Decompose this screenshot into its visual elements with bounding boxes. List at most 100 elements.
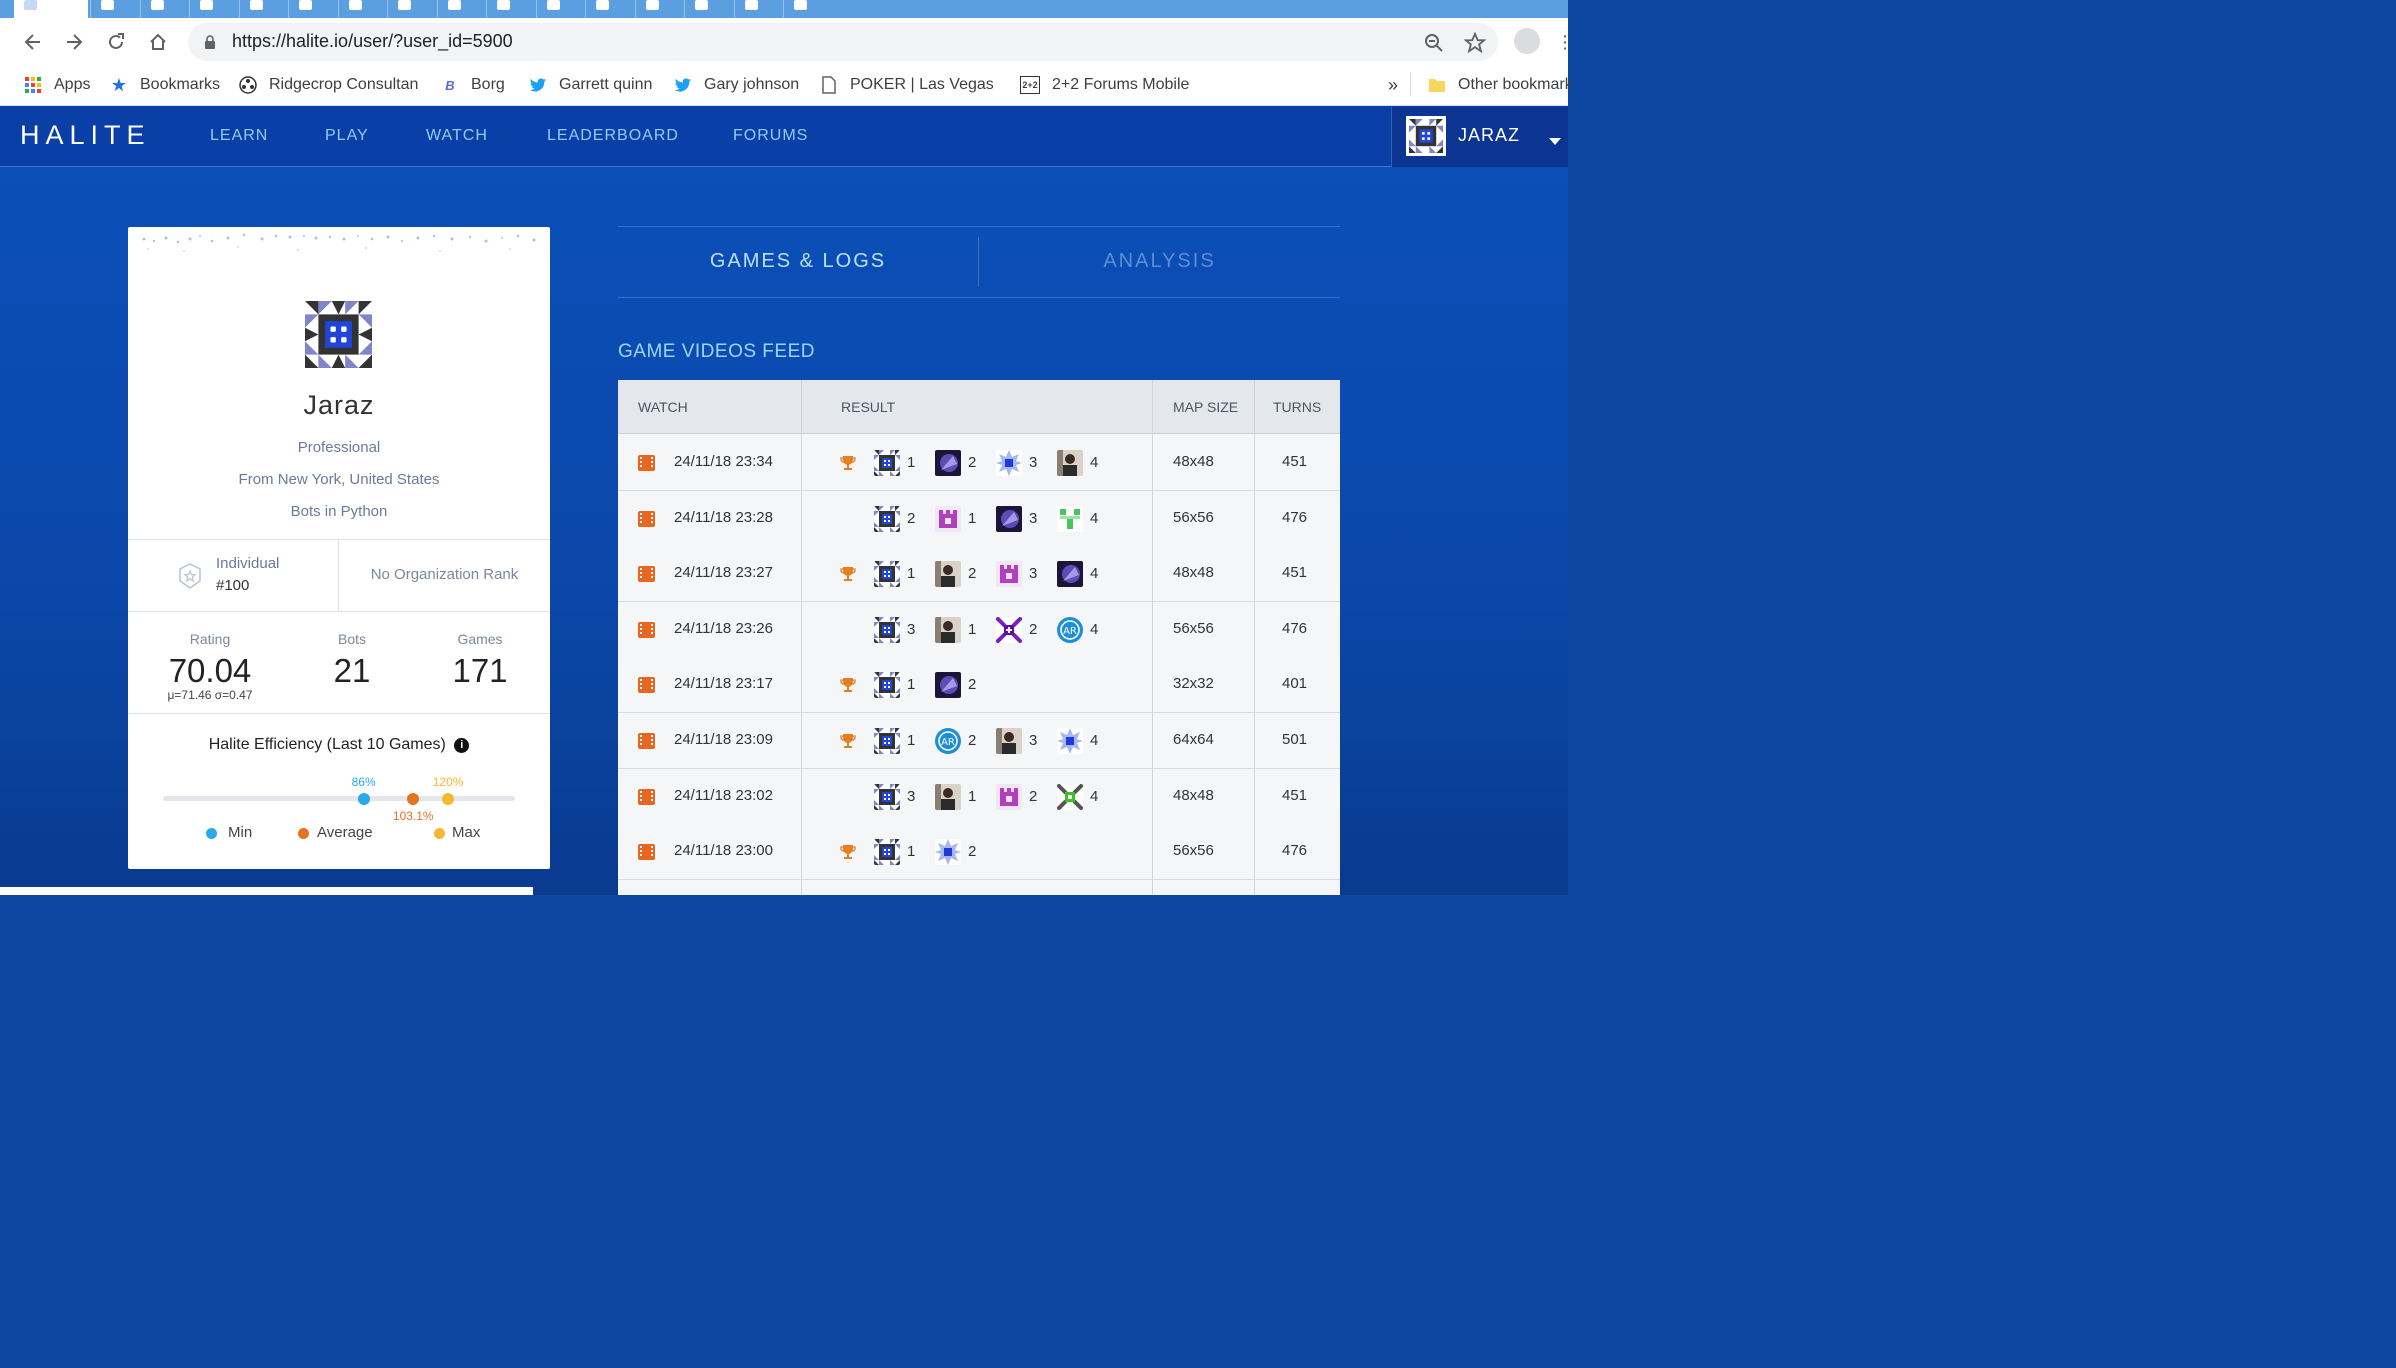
bookmark-borg[interactable]: B Borg bbox=[441, 74, 505, 96]
info-icon[interactable]: i bbox=[454, 738, 470, 753]
browser-tab[interactable] bbox=[733, 0, 783, 18]
player-avatar-blue-star[interactable] bbox=[935, 839, 961, 866]
bookmark-gary-johnson[interactable]: Gary johnson bbox=[674, 74, 799, 96]
menu-dots-icon[interactable]: ⋮ bbox=[1556, 32, 1574, 53]
bookmark-apps[interactable]: Apps bbox=[24, 74, 90, 96]
table-row[interactable]: 24/11/18 23:17 1 2 32x32 401 bbox=[618, 657, 1340, 714]
table-row[interactable]: 24/11/18 23:02 3 1 2 4 48x48 451 bbox=[618, 768, 1340, 825]
back-button[interactable] bbox=[17, 26, 49, 58]
tab-analysis[interactable]: ANALYSIS bbox=[979, 250, 1340, 273]
table-row[interactable]: 24/11/18 23:26 3 1 2 AR 4 56x56 476 bbox=[618, 601, 1340, 658]
player-avatar-jaraz[interactable] bbox=[874, 783, 900, 810]
browser-tab[interactable] bbox=[486, 0, 535, 18]
table-row[interactable]: 24/11/18 23:27 1 2 3 4 48x48 451 bbox=[618, 546, 1340, 603]
browser-tab[interactable] bbox=[535, 0, 585, 18]
forward-button[interactable] bbox=[58, 26, 90, 58]
player-avatar-castle[interactable] bbox=[996, 783, 1022, 810]
browser-tab[interactable] bbox=[634, 0, 684, 18]
tab-games-logs[interactable]: GAMES & LOGS bbox=[618, 250, 978, 273]
profile-avatar-icon[interactable] bbox=[1514, 28, 1540, 54]
game-date[interactable]: 24/11/18 23:34 bbox=[674, 453, 773, 470]
game-date[interactable]: 24/11/18 23:00 bbox=[674, 842, 773, 859]
nav-forums[interactable]: FORUMS bbox=[733, 127, 808, 145]
player-avatar-ar[interactable]: AR bbox=[935, 728, 961, 754]
browser-tab[interactable] bbox=[139, 0, 189, 18]
film-icon[interactable] bbox=[638, 566, 655, 583]
player-avatar-purple[interactable] bbox=[1057, 561, 1083, 588]
player-avatar-man[interactable] bbox=[996, 728, 1022, 754]
game-date[interactable]: 24/11/18 23:28 bbox=[674, 509, 773, 526]
url-text[interactable]: https://halite.io/user/?user_id=5900 bbox=[232, 31, 513, 52]
home-button[interactable] bbox=[142, 26, 174, 58]
player-avatar-blue-star[interactable] bbox=[1057, 728, 1083, 754]
browser-tab[interactable] bbox=[436, 0, 486, 18]
film-icon[interactable] bbox=[638, 510, 655, 527]
nav-play[interactable]: PLAY bbox=[325, 127, 369, 145]
browser-tab[interactable] bbox=[387, 0, 436, 18]
player-avatar-ar[interactable]: AR bbox=[1057, 616, 1083, 643]
player-avatar-green-star[interactable] bbox=[1057, 783, 1083, 810]
bookmark-2plus2[interactable]: 2+2 2+2 Forums Mobile bbox=[1020, 74, 1189, 96]
browser-tab[interactable] bbox=[684, 0, 733, 18]
game-date[interactable]: 24/11/18 23:09 bbox=[674, 731, 773, 748]
zoom-icon[interactable] bbox=[1424, 33, 1444, 57]
user-menu-avatar[interactable] bbox=[1406, 116, 1446, 156]
bookmarks-overflow-button[interactable]: » bbox=[1388, 74, 1398, 96]
browser-tab[interactable] bbox=[238, 0, 288, 18]
player-avatar-jaraz[interactable] bbox=[874, 561, 900, 588]
player-avatar-jaraz[interactable] bbox=[874, 450, 900, 476]
bookmark-other[interactable]: Other bookmark bbox=[1428, 74, 1573, 96]
browser-tab[interactable] bbox=[337, 0, 387, 18]
player-avatar-purple[interactable] bbox=[935, 450, 961, 476]
bookmark-poker[interactable]: POKER | Las Vegas Ho bbox=[820, 74, 998, 96]
player-avatar-jaraz[interactable] bbox=[874, 505, 900, 532]
player-avatar-purple[interactable] bbox=[935, 672, 961, 699]
bookmark-bookmarks[interactable]: ★ Bookmarks bbox=[110, 74, 220, 96]
film-icon[interactable] bbox=[638, 733, 655, 749]
player-avatar-castle[interactable] bbox=[935, 505, 961, 532]
table-row[interactable]: 24/11/18 23:34 1 2 3 4 48x48 451 bbox=[618, 435, 1340, 491]
player-avatar-jaraz[interactable] bbox=[874, 728, 900, 754]
browser-tab[interactable] bbox=[585, 0, 634, 18]
player-avatar-castle[interactable] bbox=[996, 561, 1022, 588]
browser-tab[interactable] bbox=[783, 0, 832, 18]
film-icon[interactable] bbox=[638, 788, 655, 805]
nav-watch[interactable]: WATCH bbox=[426, 127, 488, 145]
player-avatar-man[interactable] bbox=[935, 783, 961, 810]
player-avatar-purple[interactable] bbox=[996, 505, 1022, 532]
player-avatar-jaraz[interactable] bbox=[874, 672, 900, 699]
bookmark-ridgecrop[interactable]: Ridgecrop Consultan bbox=[239, 74, 418, 96]
browser-tab[interactable] bbox=[288, 0, 337, 18]
bookmark-star-icon[interactable] bbox=[1463, 31, 1487, 58]
film-icon[interactable] bbox=[638, 844, 655, 861]
player-avatar-jaraz[interactable] bbox=[874, 839, 900, 866]
game-date[interactable]: 24/11/18 23:17 bbox=[674, 675, 773, 692]
table-row[interactable]: 24/11/18 23:00 1 2 56x56 476 bbox=[618, 824, 1340, 881]
game-date[interactable]: 24/11/18 23:26 bbox=[674, 620, 773, 637]
player-avatar-man[interactable] bbox=[935, 561, 961, 588]
reload-button[interactable] bbox=[100, 26, 132, 58]
player-avatar-jaraz[interactable] bbox=[874, 616, 900, 643]
film-icon[interactable] bbox=[638, 677, 655, 694]
browser-tab[interactable] bbox=[189, 0, 238, 18]
nav-leaderboard[interactable]: LEADERBOARD bbox=[547, 127, 679, 145]
halite-logo[interactable]: HALITE bbox=[20, 120, 151, 151]
player-avatar-violet-star[interactable] bbox=[996, 616, 1022, 643]
game-date[interactable]: 24/11/18 23:02 bbox=[674, 787, 773, 804]
player-avatar-man[interactable] bbox=[1057, 450, 1083, 476]
browser-tab[interactable] bbox=[14, 0, 88, 18]
table-row[interactable]: 24/11/18 23:09 1 AR 2 3 4 64x64 501 bbox=[618, 713, 1340, 769]
browser-tab[interactable] bbox=[90, 0, 139, 18]
user-menu-label[interactable]: JARAZ bbox=[1458, 125, 1520, 146]
player-avatar-man[interactable] bbox=[935, 616, 961, 643]
table-row[interactable] bbox=[618, 879, 1340, 895]
nav-learn[interactable]: LEARN bbox=[210, 127, 268, 145]
caret-down-icon[interactable] bbox=[1549, 131, 1561, 150]
film-icon[interactable] bbox=[638, 621, 655, 638]
game-date[interactable]: 24/11/18 23:27 bbox=[674, 564, 773, 581]
player-avatar-blue-star[interactable] bbox=[996, 450, 1022, 476]
film-icon[interactable] bbox=[638, 455, 655, 471]
player-avatar-green[interactable] bbox=[1057, 505, 1083, 532]
bookmark-garrett-quinn[interactable]: Garrett quinn bbox=[529, 74, 652, 96]
table-row[interactable]: 24/11/18 23:28 2 1 3 4 56x56 476 bbox=[618, 490, 1340, 547]
